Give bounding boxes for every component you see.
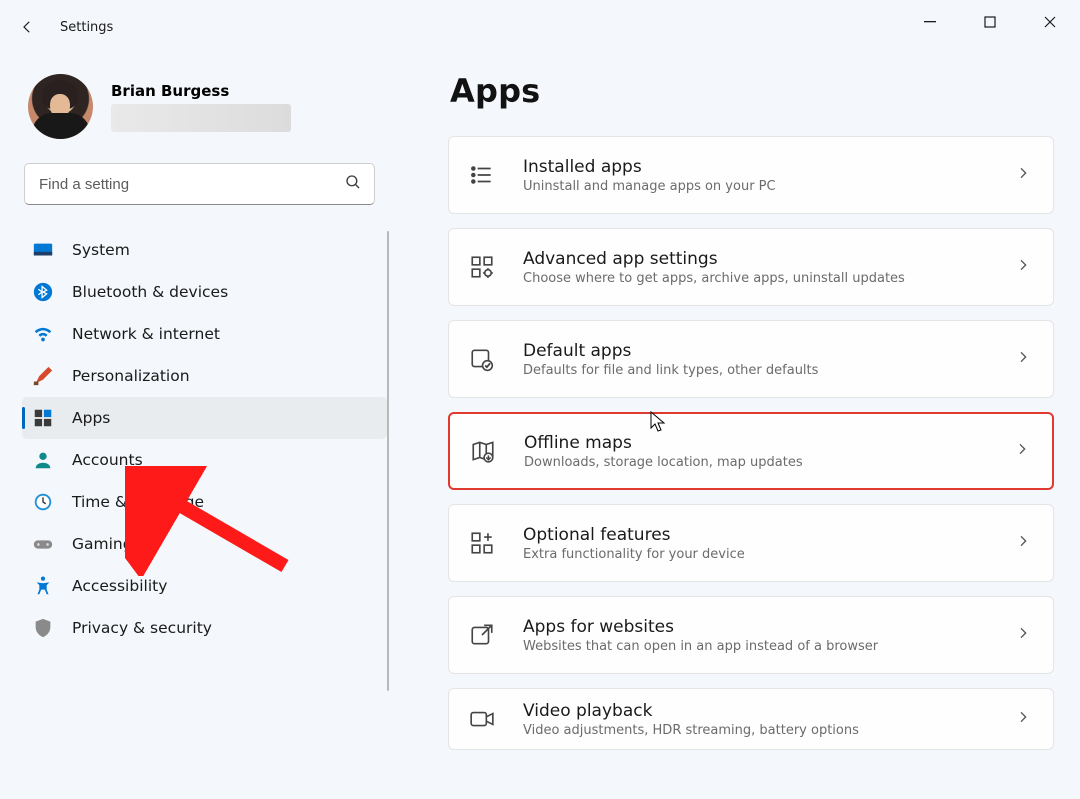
title-bar: Settings (0, 0, 1080, 54)
sidebar-nav: System Bluetooth & devices Network & int… (22, 229, 387, 649)
search-field-wrapper (24, 163, 375, 205)
card-title: Optional features (523, 525, 991, 545)
card-title: Advanced app settings (523, 249, 991, 269)
system-icon (32, 239, 54, 261)
sidebar-item-apps[interactable]: Apps (22, 397, 387, 439)
sidebar-item-personalization[interactable]: Personalization (22, 355, 387, 397)
sidebar: Brian Burgess System Bluetooth & devices (0, 54, 395, 799)
card-default-apps[interactable]: Default apps Defaults for file and link … (448, 320, 1054, 398)
profile-subtext-redacted (111, 104, 291, 132)
default-apps-icon (465, 342, 499, 376)
card-optional-features[interactable]: Optional features Extra functionality fo… (448, 504, 1054, 582)
gear-grid-icon (465, 250, 499, 284)
page-title: Apps (450, 72, 1060, 110)
wifi-icon (32, 323, 54, 345)
chevron-right-icon (1015, 257, 1031, 277)
card-video-playback[interactable]: Video playback Video adjustments, HDR st… (448, 688, 1054, 750)
card-advanced-app-settings[interactable]: Advanced app settings Choose where to ge… (448, 228, 1054, 306)
search-input[interactable] (24, 163, 375, 205)
sidebar-item-label: Accessibility (72, 577, 167, 595)
back-button[interactable] (0, 0, 54, 54)
chevron-right-icon (1015, 533, 1031, 553)
map-icon (466, 434, 500, 468)
card-subtitle: Choose where to get apps, archive apps, … (523, 271, 991, 286)
accessibility-icon (32, 575, 54, 597)
card-offline-maps[interactable]: Offline maps Downloads, storage location… (448, 412, 1054, 490)
clock-icon (32, 491, 54, 513)
card-subtitle: Uninstall and manage apps on your PC (523, 179, 991, 194)
sidebar-item-accessibility[interactable]: Accessibility (22, 565, 387, 607)
brush-icon (32, 365, 54, 387)
settings-cards: Installed apps Uninstall and manage apps… (420, 136, 1060, 750)
sidebar-item-time[interactable]: Time & language (22, 481, 387, 523)
cursor-icon (650, 411, 668, 433)
card-installed-apps[interactable]: Installed apps Uninstall and manage apps… (448, 136, 1054, 214)
main-content: Apps Installed apps Uninstall and manage… (420, 54, 1060, 799)
person-icon (32, 449, 54, 471)
sidebar-item-label: Bluetooth & devices (72, 283, 228, 301)
window-maximize-button[interactable] (960, 0, 1020, 44)
list-icon (465, 158, 499, 192)
sidebar-item-label: Gaming (72, 535, 133, 553)
chevron-right-icon (1015, 349, 1031, 369)
sidebar-item-label: Privacy & security (72, 619, 212, 637)
profile-name: Brian Burgess (111, 82, 291, 100)
card-subtitle: Video adjustments, HDR streaming, batter… (523, 723, 991, 738)
grid-plus-icon (465, 526, 499, 560)
maximize-icon (984, 16, 996, 28)
sidebar-item-network[interactable]: Network & internet (22, 313, 387, 355)
sidebar-item-label: Network & internet (72, 325, 220, 343)
card-subtitle: Websites that can open in an app instead… (523, 639, 991, 654)
window-minimize-button[interactable] (900, 0, 960, 44)
chevron-right-icon (1014, 441, 1030, 461)
card-title: Apps for websites (523, 617, 991, 637)
sidebar-item-bluetooth[interactable]: Bluetooth & devices (22, 271, 387, 313)
profile-text: Brian Burgess (111, 82, 291, 132)
sidebar-item-label: Time & language (72, 493, 204, 511)
chevron-right-icon (1015, 709, 1031, 729)
apps-icon (32, 407, 54, 429)
shield-icon (32, 617, 54, 639)
card-title: Offline maps (524, 433, 990, 453)
sidebar-item-gaming[interactable]: Gaming (22, 523, 387, 565)
video-icon (465, 702, 499, 736)
launch-icon (465, 618, 499, 652)
card-subtitle: Defaults for file and link types, other … (523, 363, 991, 378)
sidebar-item-label: Accounts (72, 451, 143, 469)
card-title: Installed apps (523, 157, 991, 177)
chevron-right-icon (1015, 625, 1031, 645)
sidebar-item-label: Apps (72, 409, 110, 427)
minimize-icon (924, 16, 936, 28)
card-subtitle: Downloads, storage location, map updates (524, 455, 990, 470)
card-subtitle: Extra functionality for your device (523, 547, 991, 562)
chevron-right-icon (1015, 165, 1031, 185)
sidebar-item-label: Personalization (72, 367, 190, 385)
back-arrow-icon (18, 18, 36, 36)
close-icon (1044, 16, 1056, 28)
app-title: Settings (60, 20, 113, 35)
sidebar-item-system[interactable]: System (22, 229, 387, 271)
bluetooth-icon (32, 281, 54, 303)
gamepad-icon (32, 533, 54, 555)
sidebar-item-label: System (72, 241, 130, 259)
sidebar-item-accounts[interactable]: Accounts (22, 439, 387, 481)
profile-block[interactable]: Brian Burgess (22, 74, 387, 139)
window-controls (900, 0, 1080, 44)
avatar (28, 74, 93, 139)
card-title: Default apps (523, 341, 991, 361)
window-close-button[interactable] (1020, 0, 1080, 44)
sidebar-item-privacy[interactable]: Privacy & security (22, 607, 387, 649)
card-title: Video playback (523, 701, 991, 721)
card-apps-for-websites[interactable]: Apps for websites Websites that can open… (448, 596, 1054, 674)
